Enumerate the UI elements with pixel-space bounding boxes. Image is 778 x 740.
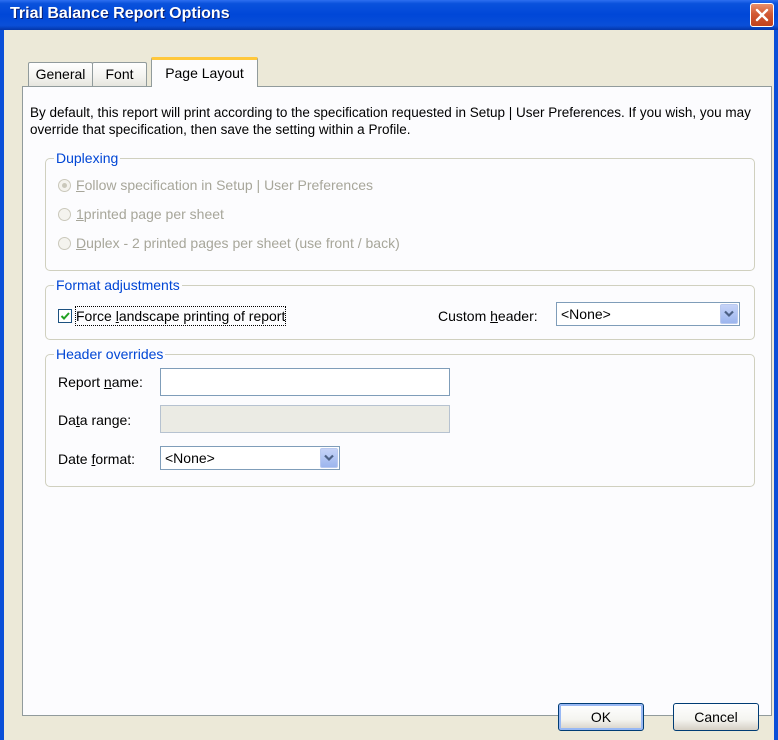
radio-follow-spec-label: ollow specification in Setup | User Pref…: [84, 177, 374, 193]
data-range-label-post: a range:: [79, 412, 132, 428]
radio-button-checked[interactable]: [58, 178, 71, 192]
date-format-select[interactable]: <None>: [160, 446, 340, 470]
tab-general[interactable]: General: [28, 62, 93, 86]
title-bar[interactable]: Trial Balance Report Options: [0, 0, 778, 30]
report-name-label: Report name:: [58, 373, 143, 391]
checkmark-icon: [60, 312, 70, 320]
ok-button[interactable]: OK: [558, 703, 644, 731]
landscape-label-pre: Force: [76, 308, 116, 324]
custom-header-label-post: eader:: [497, 308, 538, 324]
report-name-label-mnemonic: n: [103, 374, 112, 390]
tab-font-label: Font: [105, 66, 134, 82]
custom-header-label-pre: Custom: [438, 308, 491, 324]
chevron-down-icon: [724, 310, 734, 318]
cancel-button[interactable]: Cancel: [673, 703, 759, 731]
tab-general-label: General: [35, 66, 86, 82]
custom-header-label: Custom header:: [438, 307, 538, 325]
radio-button[interactable]: [58, 236, 71, 250]
close-button[interactable]: [750, 3, 774, 27]
data-range-label-pre: Da: [58, 412, 76, 428]
window-frame-right: [774, 30, 778, 740]
date-format-label-post: ormat:: [95, 451, 136, 467]
data-range-label: Data range:: [58, 411, 131, 429]
custom-header-dropdown-button[interactable]: [720, 304, 738, 324]
landscape-label-post: andscape printing of report: [118, 308, 286, 324]
date-format-label: Date format:: [58, 450, 135, 468]
duplexing-legend: Duplexing: [54, 150, 121, 166]
format-adjustments-legend: Format adjustments: [54, 277, 182, 293]
radio-one-page[interactable]: 1 printed page per sheet: [58, 204, 224, 224]
radio-button[interactable]: [58, 207, 71, 221]
radio-one-page-mnemonic: 1: [76, 206, 84, 222]
radio-follow-spec-mnemonic: F: [76, 177, 85, 193]
radio-duplex-mnemonic: D: [76, 235, 87, 251]
report-name-input[interactable]: [160, 368, 450, 396]
radio-one-page-label: printed page per sheet: [83, 206, 224, 222]
intro-text: By default, this report will print accor…: [30, 105, 751, 137]
data-range-input[interactable]: [160, 405, 450, 433]
window-title: Trial Balance Report Options: [10, 5, 230, 22]
landscape-label[interactable]: Force landscape printing of report: [74, 306, 287, 326]
header-overrides-legend: Header overrides: [54, 346, 166, 362]
report-name-label-pre: Report: [58, 374, 104, 390]
custom-header-label-mnemonic: h: [490, 308, 498, 324]
radio-follow-spec[interactable]: Follow specification in Setup | User Pre…: [58, 175, 373, 195]
report-name-label-post: ame:: [111, 374, 143, 390]
tab-page-layout[interactable]: Page Layout: [151, 57, 258, 87]
close-icon: [755, 8, 769, 22]
radio-duplex[interactable]: Duplex - 2 printed pages per sheet (use …: [58, 233, 400, 253]
date-format-label-pre: Date: [58, 451, 92, 467]
landscape-checkbox[interactable]: [58, 309, 72, 323]
custom-header-value: <None>: [561, 306, 611, 322]
chevron-down-icon: [324, 454, 334, 462]
date-format-dropdown-button[interactable]: [320, 448, 338, 468]
custom-header-select[interactable]: <None>: [556, 302, 740, 326]
date-format-value: <None>: [165, 450, 215, 466]
radio-duplex-label: uplex - 2 printed pages per sheet (use f…: [86, 235, 400, 251]
window-frame-left: [0, 30, 4, 740]
dialog-window: Trial Balance Report Options General Fon…: [0, 0, 778, 740]
tab-font[interactable]: Font: [92, 62, 147, 86]
tab-page-layout-label: Page Layout: [165, 65, 244, 81]
